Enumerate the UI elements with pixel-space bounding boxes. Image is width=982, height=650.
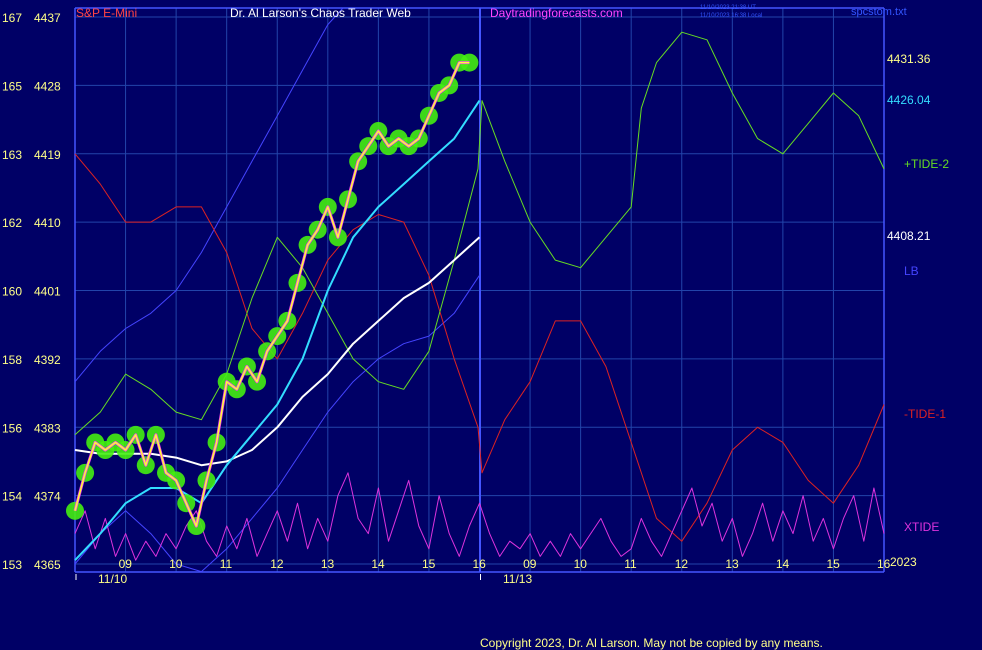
x-hour-tick-label: 16 [473, 557, 487, 571]
price-glow-point [66, 501, 84, 520]
x-hour-tick-label: 12 [675, 557, 689, 571]
x-hour-tick-label: 16 [877, 557, 891, 571]
y-outer-tick-label: 153 [2, 558, 22, 572]
chart-background [0, 0, 982, 650]
y-price-tick-label: 4374 [34, 490, 61, 504]
timestamp-utc: 11/10/2023 21:38 UT [700, 5, 756, 11]
copyright-text: Copyright 2023, Dr. Al Larson. May not b… [480, 636, 823, 650]
y-outer-tick-label: 160 [2, 285, 22, 299]
y-outer-tick-label: 154 [2, 490, 22, 504]
symbol-label: S&P E-Mini [76, 6, 137, 20]
data-file-label: spcstom.txt [851, 6, 907, 18]
x-hour-tick-label: 14 [371, 557, 385, 571]
y-outer-tick-label: 158 [2, 353, 22, 367]
y-price-tick-label: 4437 [34, 11, 61, 25]
xtide-label: XTIDE [904, 520, 939, 534]
y-outer-tick-label: 162 [2, 216, 22, 230]
y-price-tick-label: 4383 [34, 421, 61, 435]
y-price-tick-label: 4428 [34, 79, 61, 93]
y-outer-tick-label: 167 [2, 11, 22, 25]
x-hour-tick-label: 11 [624, 557, 637, 571]
price-last-value: 4431.36 [887, 52, 931, 66]
y-price-tick-label: 4401 [34, 285, 61, 299]
y-price-tick-label: 4410 [34, 216, 61, 230]
chart-svg: 167 4437 165 4428 163 4419 162 4410 160 4401 158 43… [0, 0, 982, 650]
cyan-last-value: 4426.04 [887, 93, 931, 107]
x-hour-tick-label: 10 [574, 557, 588, 571]
lb-label: LB [904, 264, 919, 278]
x-hour-tick-label: 15 [826, 557, 840, 571]
y-price-tick-label: 4392 [34, 353, 61, 367]
chart-title: Dr. Al Larson's Chaos Trader Web [230, 6, 411, 20]
x-hour-tick-label: 09 [523, 557, 537, 571]
y-outer-tick-label: 163 [2, 148, 22, 162]
y-price-tick-label: 4365 [34, 558, 61, 572]
tide2-label: +TIDE-2 [904, 157, 949, 171]
y-outer-tick-label: 156 [2, 421, 22, 435]
y-outer-tick-label: 165 [2, 79, 22, 93]
timestamp-local: 11/10/2023 16:38 Local [700, 13, 762, 19]
x-hour-tick-label: 13 [725, 557, 739, 571]
x-date-label: 11/13 [503, 572, 532, 586]
white-last-value: 4408.21 [887, 229, 931, 243]
x-hour-tick-label: 15 [422, 557, 436, 571]
x-hour-tick-label: 09 [119, 557, 133, 571]
x-hour-tick-label: 14 [776, 557, 790, 571]
x-date-label: 11/10 [98, 572, 127, 586]
x-hour-tick-label: 13 [321, 557, 335, 571]
x-hour-tick-label: 10 [169, 557, 183, 571]
site-link[interactable]: Daytradingforecasts.com [490, 6, 623, 20]
x-hour-tick-label: 11 [220, 557, 233, 571]
x-hour-tick-label: 12 [270, 557, 284, 571]
tide1-label: -TIDE-1 [904, 407, 946, 421]
y-price-tick-label: 4419 [34, 148, 61, 162]
year-label: 2023 [890, 555, 917, 569]
